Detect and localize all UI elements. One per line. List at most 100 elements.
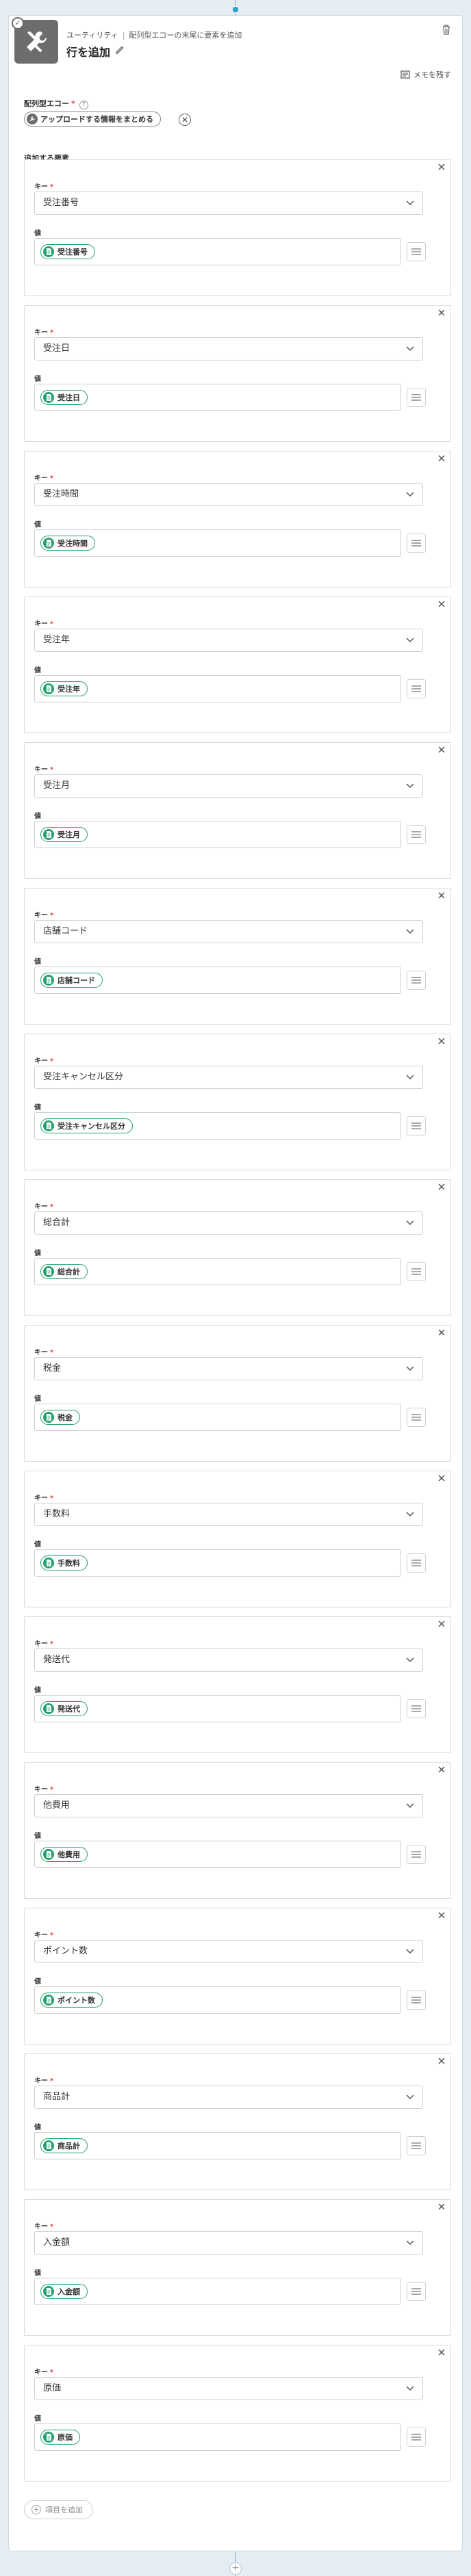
close-icon[interactable] [435, 1472, 448, 1484]
key-select[interactable]: 店舗コード [34, 920, 423, 943]
close-icon[interactable] [435, 1618, 448, 1630]
value-variable-pill[interactable]: 税金 [40, 1410, 80, 1425]
list-options-button[interactable] [407, 971, 426, 990]
chevron-down-icon [406, 2094, 414, 2100]
page-title: 行を追加 [66, 46, 111, 59]
list-options-button[interactable] [407, 1553, 426, 1573]
memo-icon [400, 70, 410, 79]
key-select[interactable]: 入金額 [34, 2231, 423, 2255]
value-variable-pill[interactable]: 総合計 [40, 1264, 88, 1279]
utility-module-icon[interactable]: ✓ [12, 17, 58, 64]
value-input[interactable]: 受注日 [34, 384, 401, 411]
list-options-button[interactable] [407, 1990, 426, 2010]
value-variable-pill[interactable]: 他費用 [40, 1847, 88, 1862]
value-label: 値 [34, 958, 41, 966]
value-pill-label: 受注番号 [58, 248, 88, 257]
list-options-button[interactable] [407, 388, 426, 407]
list-options-button[interactable] [407, 1845, 426, 1864]
trash-icon[interactable] [442, 24, 451, 35]
value-variable-pill[interactable]: 手数料 [40, 1555, 88, 1570]
add-item-button[interactable]: + 項目を追加 [24, 2500, 93, 2519]
add-module-plus-icon[interactable]: + [229, 2562, 242, 2575]
list-options-button[interactable] [407, 2428, 426, 2447]
close-icon[interactable] [435, 1763, 448, 1776]
key-select[interactable]: 商品計 [34, 2086, 423, 2109]
help-icon[interactable]: ? [79, 101, 88, 109]
value-input[interactable]: 発送代 [34, 1695, 401, 1722]
key-select[interactable]: 他費用 [34, 1794, 423, 1817]
key-select[interactable]: 受注キャンセル区分 [34, 1066, 423, 1089]
close-icon[interactable] [435, 1035, 448, 1047]
value-input[interactable]: 店舗コード [34, 967, 401, 994]
value-variable-pill[interactable]: 発送代 [40, 1701, 88, 1716]
key-select[interactable]: 受注時間 [34, 483, 423, 506]
close-icon[interactable] [435, 889, 448, 902]
list-options-button[interactable] [407, 679, 426, 698]
value-input[interactable]: 他費用 [34, 1841, 401, 1868]
value-input[interactable]: ポイント数 [34, 1986, 401, 2014]
value-variable-pill[interactable]: 店舗コード [40, 973, 103, 988]
list-options-button[interactable] [407, 1116, 426, 1135]
pencil-icon[interactable] [114, 44, 125, 55]
value-input[interactable]: 入金額 [34, 2278, 401, 2305]
close-icon[interactable] [435, 2346, 448, 2358]
close-icon[interactable] [435, 2200, 448, 2213]
list-options-button[interactable] [407, 1262, 426, 1281]
value-input[interactable]: 税金 [34, 1404, 401, 1431]
key-select[interactable]: ポイント数 [34, 1940, 423, 1963]
key-select[interactable]: 発送代 [34, 1648, 423, 1672]
key-select[interactable]: 税金 [34, 1357, 423, 1380]
close-icon[interactable] [435, 452, 448, 464]
value-input[interactable]: 原価 [34, 2423, 401, 2451]
close-icon[interactable] [435, 161, 448, 173]
value-variable-pill[interactable]: 原価 [40, 2430, 80, 2445]
value-input[interactable]: 手数料 [34, 1549, 401, 1577]
close-icon[interactable] [435, 744, 448, 756]
value-input[interactable]: 受注年 [34, 675, 401, 702]
value-variable-pill[interactable]: 入金額 [40, 2284, 88, 2299]
key-select[interactable]: 原価 [34, 2377, 423, 2400]
list-options-button[interactable] [407, 534, 426, 553]
value-input[interactable]: 受注月 [34, 821, 401, 848]
list-options-button[interactable] [407, 2136, 426, 2155]
list-options-button[interactable] [407, 2282, 426, 2301]
close-icon[interactable] [435, 1326, 448, 1339]
document-icon [43, 2432, 54, 2443]
value-variable-pill[interactable]: ポイント数 [40, 1993, 103, 2008]
close-icon[interactable] [435, 2055, 448, 2067]
key-label: キー * [34, 912, 54, 919]
list-icon [411, 685, 421, 692]
list-options-button[interactable] [407, 825, 426, 844]
flow-connector-dot[interactable] [231, 5, 240, 14]
value-variable-pill[interactable]: 受注キャンセル区分 [40, 1118, 133, 1133]
value-variable-pill[interactable]: 受注番号 [40, 244, 95, 259]
key-select[interactable]: 手数料 [34, 1503, 423, 1526]
key-select[interactable]: 受注月 [34, 774, 423, 798]
value-input[interactable]: 受注時間 [34, 529, 401, 557]
close-icon[interactable] [435, 1181, 448, 1193]
leave-memo-button[interactable]: メモを残す [400, 69, 451, 80]
list-options-button[interactable] [407, 1699, 426, 1718]
clear-array-button[interactable] [179, 114, 191, 126]
close-icon[interactable] [435, 598, 448, 610]
value-input[interactable]: 受注番号 [34, 238, 401, 265]
value-input[interactable]: 受注キャンセル区分 [34, 1112, 401, 1140]
value-variable-pill[interactable]: 受注日 [40, 390, 88, 405]
value-variable-pill[interactable]: 受注時間 [40, 536, 95, 551]
close-icon[interactable] [435, 1909, 448, 1921]
key-label: キー * [34, 1786, 54, 1793]
value-variable-pill[interactable]: 受注月 [40, 827, 88, 842]
key-select-value: 原価 [43, 2383, 62, 2393]
key-select[interactable]: 総合計 [34, 1211, 423, 1235]
list-options-button[interactable] [407, 1408, 426, 1427]
value-input[interactable]: 総合計 [34, 1258, 401, 1285]
key-select[interactable]: 受注日 [34, 337, 423, 360]
key-select[interactable]: 受注番号 [34, 192, 423, 215]
key-select[interactable]: 受注年 [34, 629, 423, 652]
array-echo-chip[interactable]: アップロードする情報をまとめる [24, 111, 161, 127]
value-variable-pill[interactable]: 商品計 [40, 2138, 88, 2153]
value-variable-pill[interactable]: 受注年 [40, 681, 88, 696]
close-icon[interactable] [435, 306, 448, 319]
value-input[interactable]: 商品計 [34, 2132, 401, 2159]
list-options-button[interactable] [407, 242, 426, 261]
